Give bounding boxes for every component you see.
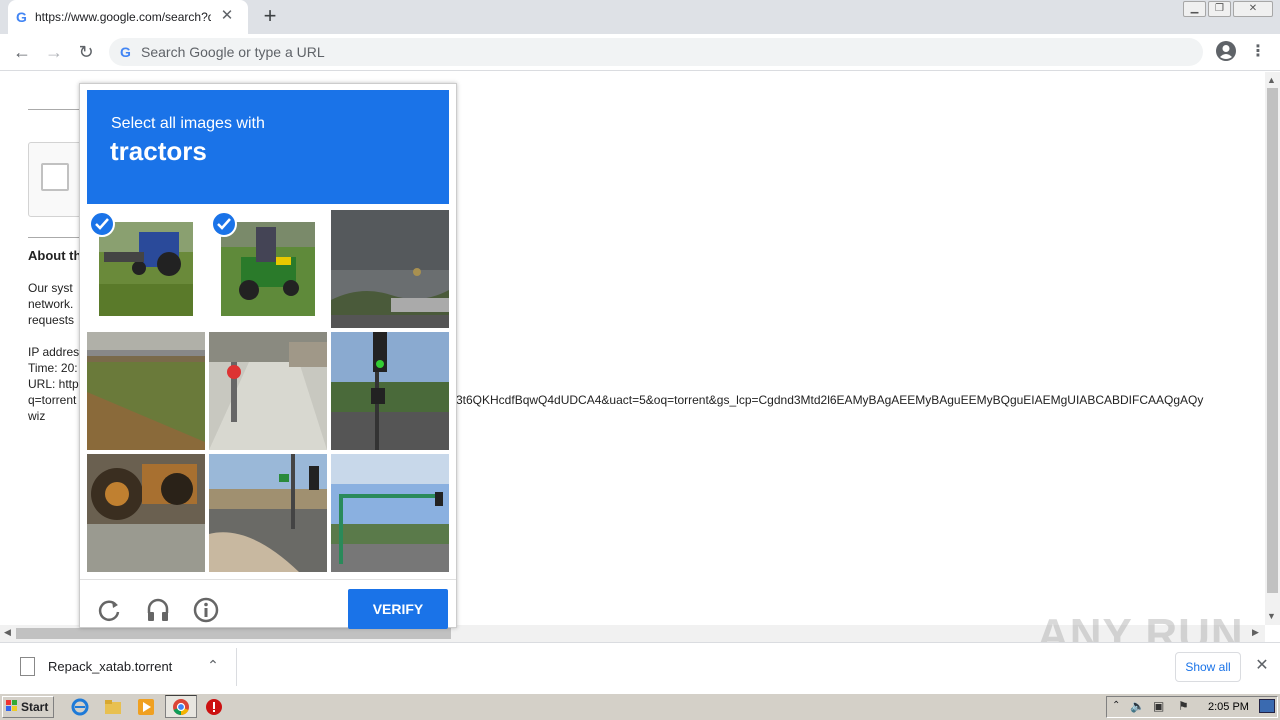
restore-button[interactable]: ❐ xyxy=(1208,1,1231,17)
captcha-footer-divider xyxy=(80,579,456,580)
info-icon[interactable] xyxy=(193,597,219,623)
google-favicon-icon: G xyxy=(16,9,27,25)
show-all-button[interactable]: Show all xyxy=(1175,652,1241,682)
scroll-down-icon[interactable]: ▼ xyxy=(1267,611,1276,621)
horizontal-scroll-thumb[interactable] xyxy=(16,628,451,639)
tab-title: https://www.google.com/search?q= xyxy=(35,10,211,24)
new-tab-button[interactable]: + xyxy=(259,5,281,27)
close-download-bar-icon[interactable]: ✕ xyxy=(1253,657,1271,675)
vertical-scroll-thumb[interactable] xyxy=(1267,88,1278,593)
selected-check-icon xyxy=(89,211,115,237)
chrome-icon xyxy=(173,699,189,716)
page-text: network. xyxy=(28,297,74,311)
stop-icon[interactable] xyxy=(205,698,223,716)
windows-logo-icon xyxy=(6,700,17,711)
captcha-tile[interactable] xyxy=(331,454,449,572)
media-player-icon[interactable] xyxy=(137,698,155,716)
file-icon xyxy=(20,657,35,676)
wiz-text: wiz xyxy=(28,409,46,423)
taskbar-clock: 2:05 PM xyxy=(1208,701,1249,713)
audio-challenge-icon[interactable] xyxy=(145,597,171,623)
svg-text:G: G xyxy=(120,44,131,60)
ip-text: IP addres xyxy=(28,345,80,359)
scroll-up-icon[interactable]: ▲ xyxy=(1267,75,1276,85)
reload-icon[interactable]: ↻ xyxy=(74,41,98,63)
divider xyxy=(28,109,80,110)
forward-icon[interactable]: → xyxy=(42,41,66,63)
captcha-tile[interactable] xyxy=(87,332,205,450)
captcha-tile[interactable] xyxy=(209,332,327,450)
divider xyxy=(28,237,80,238)
menu-icon[interactable]: ⋮ xyxy=(1250,41,1266,63)
scroll-right-icon[interactable]: ▶ xyxy=(1252,627,1259,638)
captcha-tile[interactable] xyxy=(87,454,205,572)
svg-text:G: G xyxy=(16,9,27,25)
chevron-up-icon[interactable]: ⌃ xyxy=(204,657,222,675)
selected-check-icon xyxy=(211,211,237,237)
tab-close-icon[interactable]: ✕ xyxy=(218,7,236,25)
captcha-tile-image xyxy=(99,222,193,316)
query-text: q=torrent xyxy=(28,393,77,407)
time-text: Time: 20: xyxy=(28,361,78,375)
page-text: Our syst xyxy=(28,281,73,295)
download-bar xyxy=(0,642,1280,692)
minimize-button[interactable]: ▁ xyxy=(1183,1,1206,17)
close-window-button[interactable]: ✕ xyxy=(1233,1,1273,17)
scroll-left-icon[interactable]: ◀ xyxy=(4,627,11,638)
back-icon[interactable]: ← xyxy=(10,41,34,63)
show-desktop-icon[interactable] xyxy=(1259,699,1275,713)
address-placeholder: Search Google or type a URL xyxy=(141,44,325,60)
divider xyxy=(236,648,237,686)
verify-button[interactable]: VERIFY xyxy=(348,589,448,629)
tray-expand-icon[interactable]: ⌃ xyxy=(1112,700,1120,711)
url-text: URL: http xyxy=(28,377,79,391)
google-g-icon: G xyxy=(120,44,131,60)
network-icon[interactable]: ▣ xyxy=(1153,699,1164,713)
url-tail-text: 3t6QKHcdfBqwQ4dUDCA4&uact=5&oq=torrent&g… xyxy=(456,393,1204,407)
about-heading: About th xyxy=(28,248,82,263)
captcha-instruction: Select all images with xyxy=(111,115,265,132)
page-text: requests xyxy=(28,313,75,327)
download-file-name[interactable]: Repack_xatab.torrent xyxy=(48,659,172,674)
folder-icon[interactable] xyxy=(104,698,122,716)
volume-icon[interactable]: 🔈 xyxy=(1130,699,1145,713)
internet-explorer-icon[interactable] xyxy=(71,698,89,716)
captcha-target: tractors xyxy=(110,136,207,166)
captcha-tile[interactable] xyxy=(331,210,449,328)
reload-challenge-icon[interactable] xyxy=(97,597,123,623)
account-icon[interactable] xyxy=(1216,41,1236,61)
captcha-tile-image xyxy=(221,222,315,316)
captcha-tile[interactable] xyxy=(331,332,449,450)
flag-icon[interactable]: ⚑ xyxy=(1178,699,1189,713)
recaptcha-checkbox[interactable] xyxy=(41,163,69,191)
captcha-tile[interactable] xyxy=(209,454,327,572)
